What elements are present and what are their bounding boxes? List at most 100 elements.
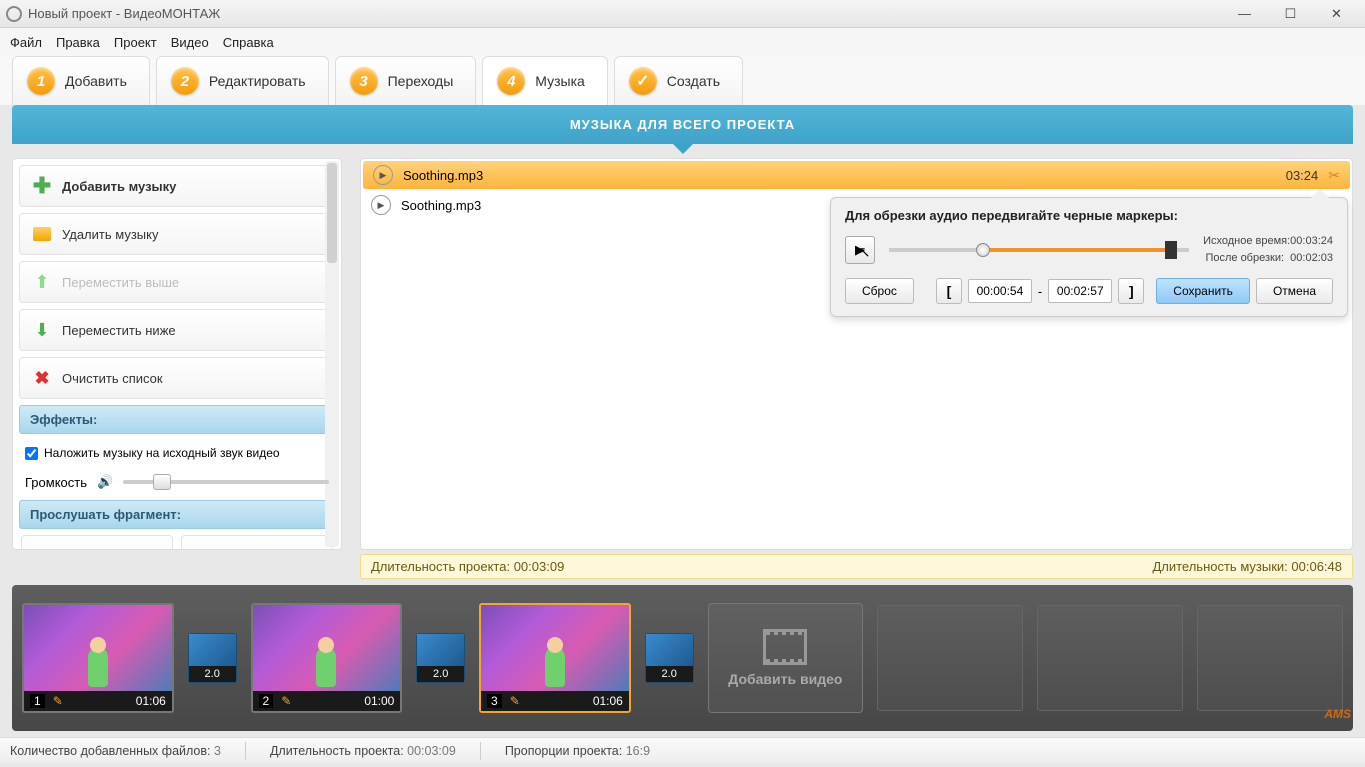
clip-duration: 01:06	[136, 694, 166, 708]
clip-number: 1	[30, 694, 45, 708]
transition-duration: 2.0	[646, 666, 693, 682]
transition-thumb	[646, 634, 693, 666]
button-label: Переместить ниже	[62, 323, 176, 338]
minimize-button[interactable]: —	[1222, 4, 1267, 24]
trim-play-button[interactable]: ▶↖	[845, 236, 875, 264]
play-track-icon[interactable]: ▶	[373, 165, 393, 185]
trim-end-marker[interactable]	[1165, 241, 1177, 259]
tab-transitions[interactable]: 3 Переходы	[335, 56, 477, 105]
volume-handle[interactable]	[153, 474, 171, 490]
tab-edit[interactable]: 2 Редактировать	[156, 56, 329, 105]
app-icon	[6, 6, 22, 22]
aspect-ratio: 16:9	[626, 744, 650, 758]
trim-end-input[interactable]	[1048, 279, 1112, 303]
project-length-label: Длительность проекта:	[371, 559, 514, 574]
duration-info-bar: Длительность проекта: 00:03:09 Длительно…	[360, 554, 1353, 579]
overlay-checkbox[interactable]	[25, 447, 38, 460]
move-down-button[interactable]: ⬇ Переместить ниже	[19, 309, 335, 351]
overlay-label: Наложить музыку на исходный звук видео	[44, 446, 280, 460]
arrow-down-icon: ⬇	[32, 320, 52, 340]
aspect-ratio-label: Пропорции проекта:	[505, 744, 626, 758]
tab-number-icon: 4	[497, 67, 525, 95]
tab-label: Переходы	[388, 73, 454, 89]
arrow-up-icon: ⬆	[32, 272, 52, 292]
menu-project[interactable]: Проект	[114, 35, 157, 50]
scissors-icon[interactable]: ✂	[1328, 167, 1340, 184]
video-clip[interactable]: 1 ✎ 01:06	[22, 603, 174, 713]
button-label: Переместить выше	[62, 275, 179, 290]
bracket-end-button[interactable]: ]	[1118, 278, 1144, 304]
add-video-button[interactable]: Добавить видео	[708, 603, 864, 713]
trim-start-input[interactable]	[968, 279, 1032, 303]
transition-box[interactable]: 2.0	[188, 633, 237, 683]
trim-playhead[interactable]	[976, 243, 990, 257]
separator	[245, 742, 246, 760]
trim-slider[interactable]	[889, 248, 1189, 252]
empty-clip-slot	[1197, 605, 1343, 711]
menu-help[interactable]: Справка	[223, 35, 274, 50]
move-up-button[interactable]: ⬆ Переместить выше	[19, 261, 335, 303]
empty-clip-slot	[877, 605, 1023, 711]
trim-range-fill	[979, 248, 1174, 252]
track-row[interactable]: ▶ Soothing.mp3 03:24 ✂	[363, 161, 1350, 189]
pencil-icon[interactable]: ✎	[510, 694, 520, 708]
src-time-label: Исходное время:	[1203, 235, 1290, 247]
play-track-icon[interactable]: ▶	[371, 195, 391, 215]
close-button[interactable]: ✕	[1314, 4, 1359, 24]
trim-title: Для обрезки аудио передвигайте черные ма…	[845, 208, 1333, 223]
listen-button[interactable]: ▶ Прослушать	[21, 535, 173, 550]
clip-thumbnail	[253, 605, 401, 691]
transition-thumb	[417, 634, 464, 666]
plus-icon: ✚	[32, 176, 52, 196]
music-tracks-panel: ▶ Soothing.mp3 03:24 ✂ ▶ Soothing.mp3 Дл…	[360, 158, 1353, 550]
bracket-start-button[interactable]: [	[936, 278, 962, 304]
transition-box[interactable]: 2.0	[645, 633, 694, 683]
project-length-value: 00:03:09	[514, 559, 565, 574]
empty-clip-slot	[1037, 605, 1183, 711]
menu-bar: Файл Правка Проект Видео Справка	[0, 28, 1365, 56]
tab-add[interactable]: 1 Добавить	[12, 56, 150, 105]
tab-number-icon: 2	[171, 67, 199, 95]
separator	[480, 742, 481, 760]
clip-number: 3	[487, 694, 502, 708]
files-count-label: Количество добавленных файлов:	[10, 744, 214, 758]
window-title: Новый проект - ВидеоМОНТАЖ	[28, 6, 1222, 21]
scrollbar-thumb[interactable]	[327, 163, 337, 263]
video-clip-selected[interactable]: 3 ✎ 01:06	[479, 603, 631, 713]
transition-duration: 2.0	[189, 666, 236, 682]
menu-video[interactable]: Видео	[171, 35, 209, 50]
music-length-label: Длительность музыки:	[1152, 559, 1291, 574]
tab-music[interactable]: 4 Музыка	[482, 56, 608, 106]
pencil-icon[interactable]: ✎	[53, 694, 63, 708]
clip-thumbnail	[481, 605, 629, 691]
tab-number-icon: 3	[350, 67, 378, 95]
button-label: Очистить список	[62, 371, 163, 386]
menu-edit[interactable]: Правка	[56, 35, 100, 50]
volume-slider[interactable]	[123, 480, 329, 484]
tab-label: Создать	[667, 73, 720, 89]
film-icon	[763, 629, 807, 665]
delete-music-button[interactable]: Удалить музыку	[19, 213, 335, 255]
project-duration-label: Длительность проекта:	[270, 744, 407, 758]
video-clip[interactable]: 2 ✎ 01:00	[251, 603, 403, 713]
clip-duration: 01:06	[593, 694, 623, 708]
maximize-button[interactable]: ☐	[1268, 4, 1313, 24]
sidebar-scrollbar[interactable]	[325, 161, 339, 547]
tab-create[interactable]: ✓ Создать	[614, 56, 743, 105]
button-label: Удалить музыку	[62, 227, 158, 242]
cancel-button[interactable]: Отмена	[1256, 278, 1333, 304]
pencil-icon[interactable]: ✎	[281, 694, 291, 708]
transition-thumb	[189, 634, 236, 666]
menu-file[interactable]: Файл	[10, 35, 42, 50]
add-music-button[interactable]: ✚ Добавить музыку	[19, 165, 335, 207]
stop-button[interactable]: ◼ Остановить	[181, 535, 333, 550]
save-button[interactable]: Сохранить	[1156, 278, 1250, 304]
clear-list-button[interactable]: ✖ Очистить список	[19, 357, 335, 399]
track-duration: 03:24	[1286, 168, 1319, 183]
cursor-icon: ↖	[858, 243, 871, 261]
reset-button[interactable]: Сброс	[845, 278, 914, 304]
clip-thumbnail	[24, 605, 172, 691]
transition-box[interactable]: 2.0	[416, 633, 465, 683]
button-label: Прослушать	[70, 549, 145, 551]
src-time-value: 00:03:24	[1290, 235, 1333, 247]
